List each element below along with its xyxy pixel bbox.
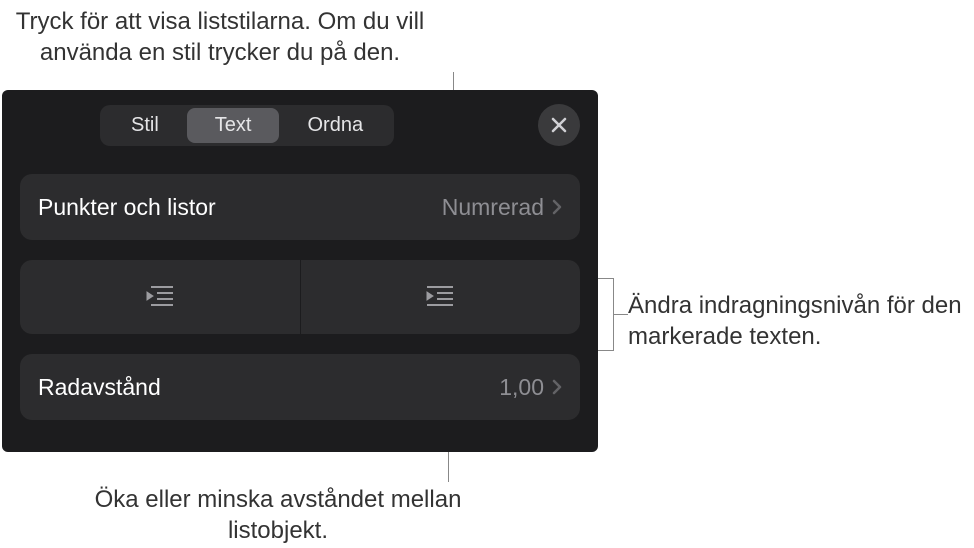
callout-line-spacing: Öka eller minska avståndet mellan listob… [88,484,468,546]
tab-arrange[interactable]: Ordna [279,108,391,143]
outdent-icon [143,284,177,310]
close-button[interactable] [538,104,580,146]
segmented-control: Stil Text Ordna [100,105,394,146]
callout-line [613,278,614,351]
outdent-button[interactable] [20,260,301,334]
callout-line [613,314,628,315]
callout-list-styles: Tryck för att visa liststilarna. Om du v… [0,6,440,68]
panel-header: Stil Text Ordna [20,104,580,146]
tab-style[interactable]: Stil [103,108,187,143]
close-icon [550,116,568,134]
chevron-right-icon [552,199,562,215]
line-spacing-value: 1,00 [499,374,562,401]
bullets-and-lists-row[interactable]: Punkter och listor Numrerad [20,174,580,240]
bullets-label: Punkter och listor [38,194,216,221]
line-spacing-row[interactable]: Radavstånd 1,00 [20,354,580,420]
indent-control-row [20,260,580,334]
callout-line [598,350,613,351]
callout-line [598,278,613,279]
line-spacing-label: Radavstånd [38,374,161,401]
indent-icon [423,284,457,310]
chevron-right-icon [552,379,562,395]
callout-indent: Ändra indragningsnivån för den markerade… [628,290,974,352]
tab-text[interactable]: Text [187,108,280,143]
callout-indent-text: Ändra indragningsnivån för den markerade… [628,290,974,352]
line-spacing-value-text: 1,00 [499,374,544,401]
bullets-value-text: Numrerad [442,194,544,221]
format-panel: Stil Text Ordna Punkter och listor Numre… [2,90,598,452]
bullets-value: Numrerad [442,194,562,221]
indent-button[interactable] [301,260,581,334]
